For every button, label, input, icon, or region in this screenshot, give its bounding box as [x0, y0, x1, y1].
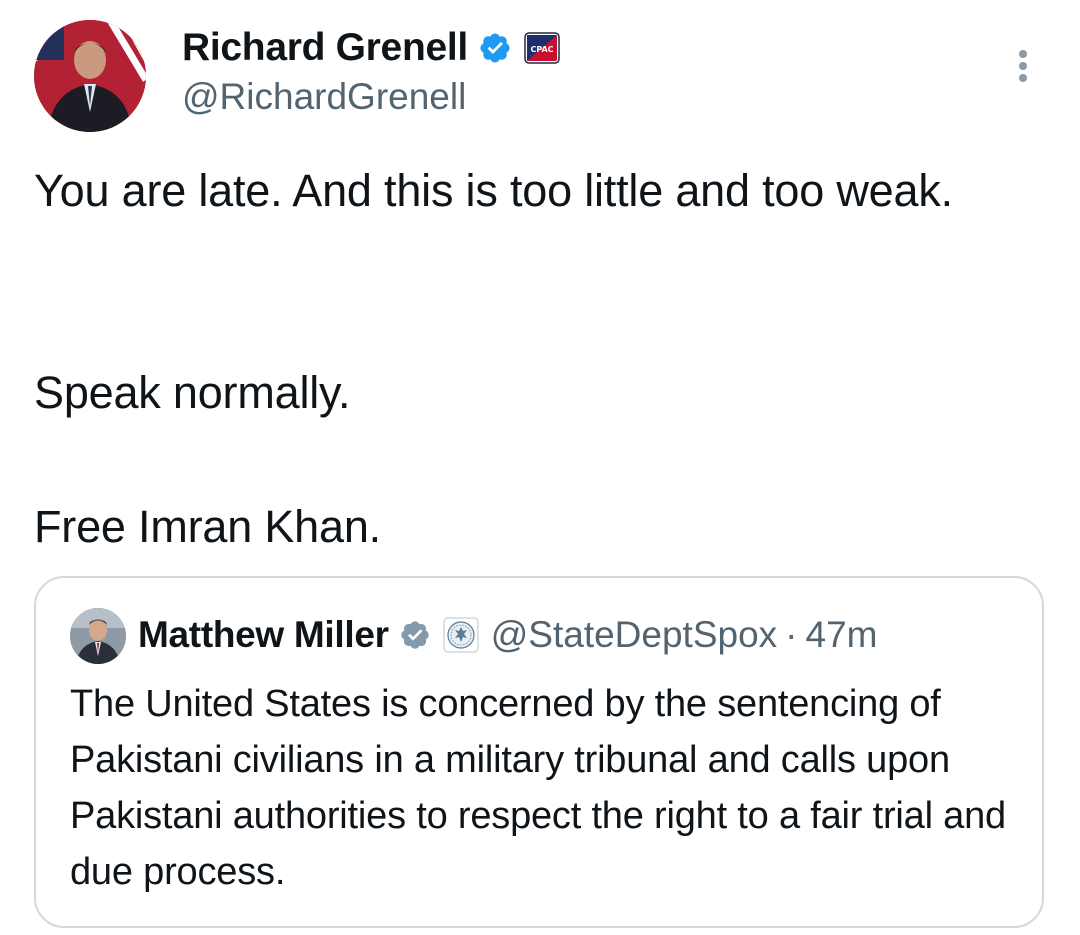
quoted-tweet-text: The United States is concerned by the se… — [70, 683, 1006, 893]
profile-photo-icon — [70, 608, 126, 664]
quoted-tweet-timestamp[interactable]: 47m — [806, 614, 878, 656]
separator-dot: · — [785, 614, 798, 655]
more-options-icon — [1019, 50, 1027, 82]
tweet-text-paragraph: Free Imran Khan. — [34, 501, 381, 552]
quoted-author-display-name[interactable]: Matthew Miller — [138, 614, 389, 656]
quoted-tweet-card[interactable]: Matthew Miller @StateDeptSpox · 47m The … — [34, 576, 1044, 928]
author-display-name[interactable]: Richard Grenell — [182, 26, 468, 70]
cpac-affiliation-icon[interactable]: CPAC — [524, 32, 560, 64]
quoted-author-handle[interactable]: @StateDeptSpox — [491, 614, 777, 656]
state-department-seal-icon[interactable] — [442, 617, 479, 653]
verified-badge-icon[interactable] — [478, 31, 512, 65]
quoted-tweet-header: Matthew Miller @StateDeptSpox · 47m — [138, 612, 877, 658]
more-options-button[interactable] — [1006, 46, 1040, 86]
tweet-text-paragraph: You are late. And this is too little and… — [34, 165, 953, 216]
author-name-row: Richard Grenell CPAC — [182, 26, 560, 70]
author-avatar[interactable] — [34, 20, 146, 132]
author-handle[interactable]: @RichardGrenell — [182, 76, 466, 118]
tweet: Richard Grenell CPAC @RichardGrenell You… — [0, 0, 1080, 935]
cpac-label: CPAC — [530, 45, 553, 54]
profile-photo-icon — [34, 20, 146, 132]
gray-verified-badge-icon[interactable] — [399, 619, 431, 651]
quoted-author-avatar[interactable] — [70, 608, 126, 664]
tweet-text-paragraph: Speak normally. — [34, 367, 351, 418]
